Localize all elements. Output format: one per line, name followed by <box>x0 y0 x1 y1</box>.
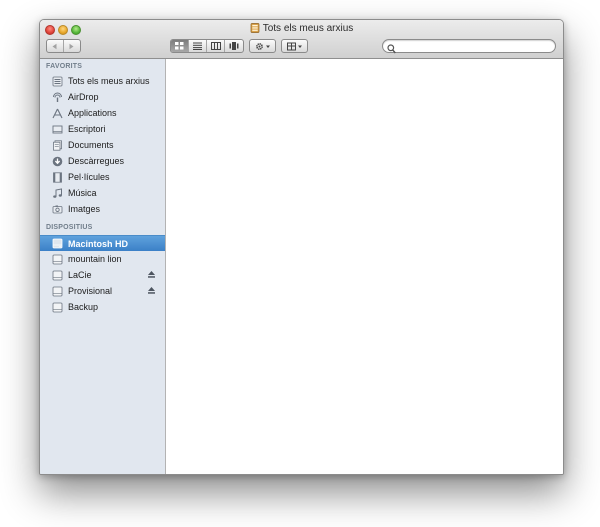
icon-view-icon <box>175 42 184 50</box>
sidebar: FAVORITS Tots els meus arxius AirDrop Ap… <box>40 59 166 474</box>
desktop-icon <box>52 124 63 135</box>
window-title: Tots els meus arxius <box>40 23 563 36</box>
search-icon <box>387 41 396 59</box>
navigation-buttons <box>46 39 81 53</box>
movies-icon <box>52 171 63 183</box>
all-my-files-icon <box>250 23 260 36</box>
file-browser-content[interactable] <box>166 59 563 474</box>
sidebar-item-label: Tots els meus arxius <box>68 76 150 86</box>
forward-button[interactable] <box>64 40 80 52</box>
music-icon <box>52 187 63 199</box>
arrange-menu-button[interactable] <box>281 39 308 53</box>
back-arrow-icon <box>52 43 57 49</box>
downloads-icon <box>52 156 63 167</box>
eject-icon[interactable] <box>147 286 156 297</box>
forward-arrow-icon <box>69 43 74 49</box>
sidebar-item-pictures[interactable]: Imatges <box>40 201 165 217</box>
window-title-text: Tots els meus arxius <box>262 23 354 34</box>
list-view-button[interactable] <box>189 40 208 52</box>
sidebar-item-label: Música <box>68 188 97 198</box>
sidebar-item-mountain-lion[interactable]: mountain lion <box>40 251 165 267</box>
search-input[interactable] <box>399 40 549 52</box>
column-view-button[interactable] <box>207 40 226 52</box>
title-bar: Tots els meus arxius <box>40 20 563 59</box>
pictures-icon <box>52 204 63 215</box>
arrange-menu-seg <box>282 40 307 52</box>
disk-icon <box>52 254 63 265</box>
sidebar-item-label: Escriptori <box>68 124 106 134</box>
airdrop-icon <box>52 92 63 103</box>
search-field[interactable] <box>382 39 556 54</box>
disk-icon <box>52 270 63 281</box>
sidebar-item-lacie[interactable]: LaCie <box>40 267 165 283</box>
finder-window: Tots els meus arxius FAVORITS Tots els m… <box>39 19 564 475</box>
documents-icon <box>52 139 63 151</box>
list-view-icon <box>193 42 203 50</box>
sidebar-item-label: Macintosh HD <box>68 238 129 249</box>
sidebar-item-downloads[interactable]: Descàrregues <box>40 153 165 169</box>
sidebar-item-label: Documents <box>68 140 114 150</box>
sidebar-item-label: AirDrop <box>68 92 99 102</box>
hard-drive-icon <box>52 238 63 249</box>
sidebar-item-label: Imatges <box>68 204 101 214</box>
sidebar-item-documents[interactable]: Documents <box>40 137 165 153</box>
sidebar-item-movies[interactable]: Pel·lícules <box>40 169 165 185</box>
sidebar-item-desktop[interactable]: Escriptori <box>40 121 165 137</box>
sidebar-item-label: Applications <box>68 108 117 118</box>
back-button[interactable] <box>47 40 64 52</box>
column-view-icon <box>210 42 221 50</box>
favorites-header: FAVORITS <box>46 63 83 70</box>
coverflow-view-icon <box>229 42 239 50</box>
disk-icon <box>52 302 63 313</box>
icon-view-button[interactable] <box>171 40 190 52</box>
coverflow-view-button[interactable] <box>225 40 243 52</box>
sidebar-item-airdrop[interactable]: AirDrop <box>40 89 165 105</box>
action-menu-button[interactable] <box>249 39 276 53</box>
sidebar-item-applications[interactable]: Applications <box>40 105 165 121</box>
sidebar-item-macintosh-hd[interactable]: Macintosh HD <box>40 235 165 251</box>
sidebar-item-label: Backup <box>68 302 99 312</box>
sidebar-item-label: LaCie <box>68 270 92 280</box>
gear-icon <box>255 42 270 50</box>
sidebar-item-all-my-files[interactable]: Tots els meus arxius <box>40 73 165 89</box>
action-menu-seg <box>250 40 275 52</box>
sidebar-item-provisional[interactable]: Provisional <box>40 283 165 299</box>
devices-header: DISPOSITIUS <box>46 224 93 231</box>
applications-icon <box>52 108 63 119</box>
sidebar-item-backup[interactable]: Backup <box>40 299 165 315</box>
arrange-icon <box>286 42 302 50</box>
sidebar-item-label: Provisional <box>68 286 113 296</box>
sidebar-item-music[interactable]: Música <box>40 185 165 201</box>
eject-icon[interactable] <box>147 270 156 281</box>
sidebar-item-label: Descàrregues <box>68 156 125 166</box>
disk-icon <box>52 286 63 297</box>
sidebar-item-label: Pel·lícules <box>68 172 110 182</box>
view-mode-buttons <box>170 39 244 53</box>
all-files-icon <box>52 76 63 87</box>
sidebar-item-label: mountain lion <box>68 254 122 264</box>
